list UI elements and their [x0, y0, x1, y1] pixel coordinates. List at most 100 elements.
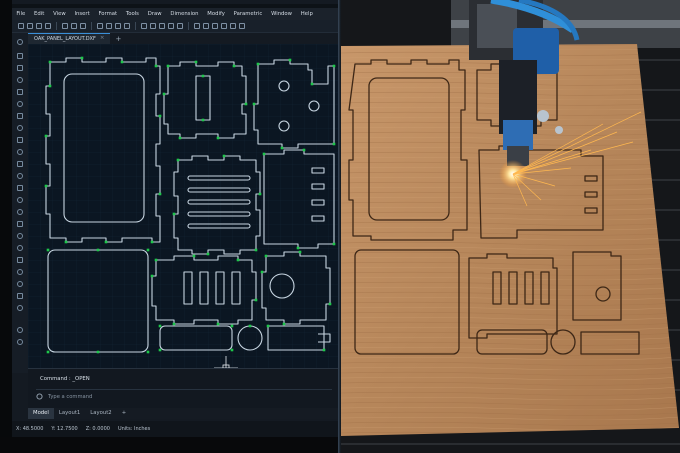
block-icon[interactable] [177, 23, 183, 29]
menu-file[interactable]: File [12, 8, 30, 20]
grip-point[interactable] [332, 242, 336, 246]
grip-point[interactable] [44, 184, 48, 188]
grip-point[interactable] [150, 240, 154, 244]
grip-point[interactable] [260, 270, 264, 274]
grip-point[interactable] [176, 158, 180, 162]
rotate-tool-icon[interactable] [17, 173, 23, 179]
scale-tool-icon[interactable] [17, 197, 23, 203]
grip-point[interactable] [146, 248, 150, 252]
mirror-tool-icon[interactable] [17, 185, 23, 191]
menu-modify[interactable]: Modify [203, 8, 229, 20]
redo-icon[interactable] [80, 23, 86, 29]
grip-point[interactable] [264, 254, 268, 258]
grip-point[interactable] [332, 64, 336, 68]
grip-point[interactable] [80, 56, 84, 60]
grip-point[interactable] [44, 134, 48, 138]
tab-layout1[interactable]: Layout1 [54, 408, 85, 419]
save-as-icon[interactable] [45, 23, 51, 29]
grip-point[interactable] [232, 64, 236, 68]
grip-point[interactable] [328, 302, 332, 306]
menu-tools[interactable]: Tools [122, 8, 144, 20]
circle-tool-icon[interactable] [17, 39, 23, 45]
grip-point[interactable] [172, 212, 176, 216]
grip-point[interactable] [282, 322, 286, 326]
offset-tool-icon[interactable] [17, 209, 23, 215]
grip-point[interactable] [256, 62, 260, 66]
explode-tool-icon[interactable] [17, 269, 23, 275]
grip-point[interactable] [244, 102, 248, 106]
grip-point[interactable] [154, 64, 158, 68]
text-tool-icon[interactable] [17, 293, 23, 299]
menu-parametric[interactable]: Parametric [229, 8, 266, 20]
osnap-icon[interactable] [230, 23, 236, 29]
grip-point[interactable] [298, 250, 302, 254]
rectangle-tool-icon[interactable] [17, 89, 23, 95]
trim-tool-icon[interactable] [17, 221, 23, 227]
line-tool-icon[interactable] [17, 53, 23, 59]
hatch-tool-icon[interactable] [17, 137, 23, 143]
properties-icon[interactable] [168, 23, 174, 29]
grip-point[interactable] [322, 348, 326, 352]
close-icon[interactable]: × [100, 36, 105, 42]
grip-point[interactable] [216, 322, 220, 326]
settings-icon[interactable] [239, 23, 245, 29]
grip-point[interactable] [194, 60, 198, 64]
grip-point[interactable] [166, 64, 170, 68]
render-tool-icon[interactable] [17, 339, 23, 345]
move-tool-icon[interactable] [17, 149, 23, 155]
grip-point[interactable] [332, 142, 336, 146]
grip-point[interactable] [154, 258, 158, 262]
grip-point[interactable] [266, 324, 270, 328]
chamfer-tool-icon[interactable] [17, 257, 23, 263]
status-units[interactable]: Units: Inches [118, 426, 150, 432]
cut-icon[interactable] [97, 23, 103, 29]
layer-icon[interactable] [159, 23, 165, 29]
copy-icon[interactable] [106, 23, 112, 29]
grip-point[interactable] [172, 322, 176, 326]
tab-layout2[interactable]: Layout2 [85, 408, 116, 419]
add-layout-button[interactable]: + [117, 408, 131, 419]
grip-point[interactable] [230, 324, 234, 328]
ellipse-tool-icon[interactable] [17, 125, 23, 131]
grip-point[interactable] [280, 146, 284, 150]
tab-model[interactable]: Model [28, 408, 54, 419]
ortho-icon[interactable] [221, 23, 227, 29]
pan-icon[interactable] [150, 23, 156, 29]
print-icon[interactable] [62, 23, 68, 29]
menu-format[interactable]: Format [94, 8, 121, 20]
grip-point[interactable] [158, 192, 162, 196]
grip-point[interactable] [104, 240, 108, 244]
paste-icon[interactable] [115, 23, 121, 29]
new-tab-button[interactable]: + [115, 35, 121, 43]
grip-point[interactable] [216, 136, 220, 140]
grip-point[interactable] [150, 274, 154, 278]
save-icon[interactable] [36, 23, 42, 29]
arc-tool-icon[interactable] [17, 77, 23, 83]
undo-icon[interactable] [71, 23, 77, 29]
grip-point[interactable] [258, 192, 262, 196]
grip-point[interactable] [48, 84, 52, 88]
grip-point[interactable] [201, 74, 205, 78]
grip-point[interactable] [158, 324, 162, 328]
grip-point[interactable] [302, 148, 306, 152]
grip-point[interactable] [310, 82, 314, 86]
snap-icon[interactable] [203, 23, 209, 29]
menu-insert[interactable]: Insert [70, 8, 94, 20]
drawing-canvas[interactable] [28, 44, 340, 368]
menu-help[interactable]: Help [296, 8, 317, 20]
command-history-icon[interactable] [36, 393, 43, 400]
menu-window[interactable]: Window [267, 8, 297, 20]
grip-point[interactable] [252, 102, 256, 106]
extend-tool-icon[interactable] [17, 233, 23, 239]
menu-dimension[interactable]: Dimension [166, 8, 203, 20]
grip-point[interactable] [288, 58, 292, 62]
document-tab[interactable]: OAK_PANEL_LAYOUT.DXF × [28, 33, 111, 44]
polyline-tool-icon[interactable] [17, 65, 23, 71]
measure-icon[interactable] [194, 23, 200, 29]
view-tool-icon[interactable] [17, 327, 23, 333]
copy-tool-icon[interactable] [17, 161, 23, 167]
grip-point[interactable] [262, 152, 266, 156]
grip-point[interactable] [158, 114, 162, 118]
spline-tool-icon[interactable] [17, 101, 23, 107]
grip-point[interactable] [201, 118, 205, 122]
